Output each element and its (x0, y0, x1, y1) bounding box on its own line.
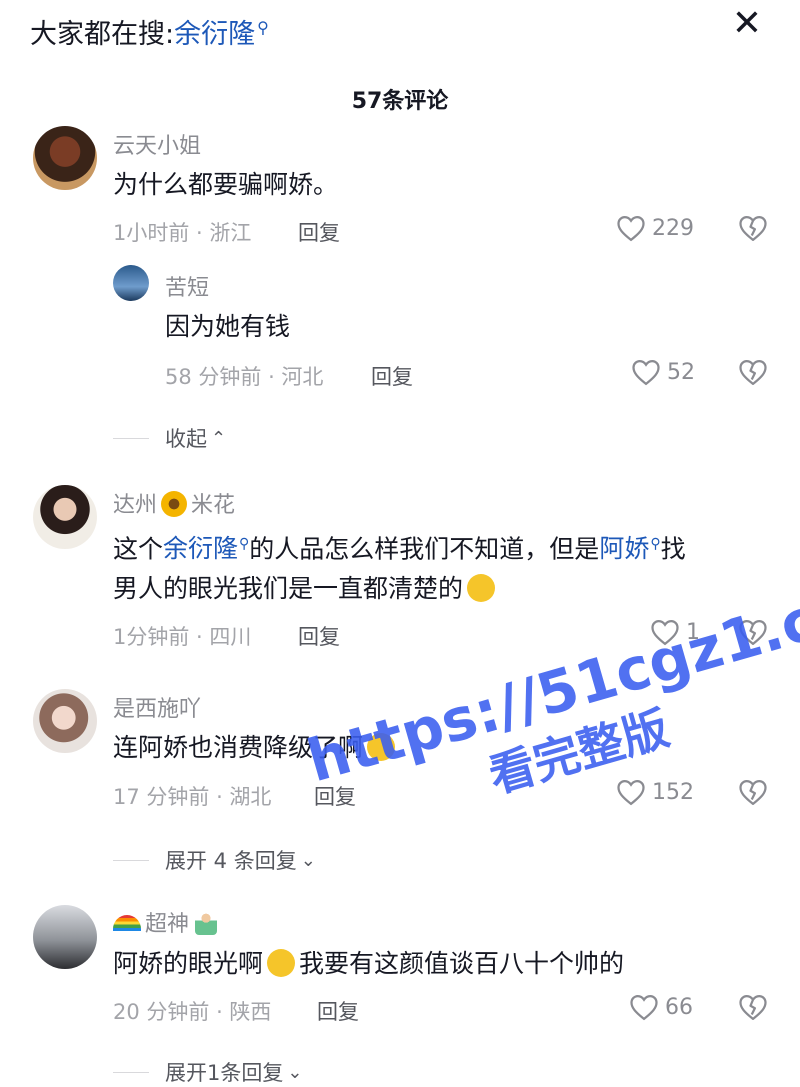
divider (113, 1071, 149, 1073)
divider (113, 437, 149, 439)
comment-username[interactable]: 达州 米花 (113, 487, 235, 519)
avatar[interactable] (33, 905, 97, 969)
reply-button[interactable]: 回复 (317, 996, 359, 1026)
broken-heart-icon (739, 216, 767, 241)
like-count: 66 (665, 994, 693, 1020)
expand-label: 展开 4 条回复 (165, 849, 297, 873)
broken-heart-icon (739, 780, 767, 805)
keyword-link[interactable]: 阿娇⚲ (599, 534, 660, 563)
comment-text: 这个余衍隆⚲的人品怎么样我们不知道，但是阿娇⚲找 (113, 521, 686, 572)
reply-meta: 58 分钟前 · 河北 (165, 365, 324, 389)
text-segment: 的人品怎么样我们不知道，但是 (249, 534, 600, 564)
collapse-replies-button[interactable]: 收起 ⌃ (113, 423, 226, 453)
like-button[interactable]: 52 (631, 358, 695, 386)
like-count: 52 (667, 359, 695, 385)
reply-username[interactable]: 苦短 (165, 270, 209, 302)
like-count: 229 (652, 215, 694, 241)
rainbow-icon (113, 915, 141, 931)
username-part: 达州 (113, 493, 158, 518)
comment-username[interactable]: 云天小姐 (113, 128, 201, 160)
text-segment: 找 (660, 534, 686, 564)
like-button[interactable]: 229 (616, 214, 694, 242)
avatar[interactable] (33, 126, 97, 190)
sunflower-icon (161, 491, 188, 517)
comment-count: 57条评论 (351, 89, 449, 114)
avatar[interactable] (33, 689, 97, 753)
reply-button[interactable]: 回复 (298, 621, 340, 651)
reply-text: 因为她有钱 (165, 312, 291, 341)
heart-icon (632, 359, 660, 386)
crying-laughing-icon (267, 949, 296, 977)
dislike-button[interactable] (738, 778, 768, 810)
avatar[interactable] (33, 485, 97, 549)
trending-search-prefix: 大家都在搜: (30, 19, 175, 50)
search-icon: ⚲ (650, 536, 661, 552)
text-segment: 这个 (113, 534, 164, 564)
expand-replies-button[interactable]: 展开 4 条回复 ⌄ (113, 845, 316, 875)
comment-meta: 17 分钟前 · 湖北 (113, 785, 272, 809)
dislike-button[interactable] (738, 358, 768, 390)
close-icon[interactable]: ✕ (732, 4, 762, 44)
comment-username[interactable]: 超神 (113, 906, 218, 938)
expand-replies-button[interactable]: 展开1条回复 ⌄ (113, 1057, 302, 1087)
search-icon: ⚲ (239, 536, 250, 552)
dislike-button[interactable] (738, 214, 768, 246)
keyword-link[interactable]: 余衍隆⚲ (163, 534, 249, 563)
divider (113, 859, 149, 861)
comment-text: 为什么都要骗啊娇。 (113, 170, 339, 199)
text-segment: 阿娇的眼光啊 (113, 949, 264, 978)
username-part: 米花 (191, 493, 236, 518)
heart-icon (617, 779, 645, 806)
text-segment: 我要有这颜值谈百八十个帅的 (299, 949, 625, 978)
heart-icon (630, 994, 658, 1021)
trending-search-keyword[interactable]: 余衍隆 (174, 19, 255, 50)
avatar[interactable] (113, 265, 149, 301)
link-text: 阿娇 (599, 534, 650, 564)
chevron-up-icon: ⌃ (211, 427, 227, 449)
comment-text-line2: 男人的眼光我们是一直都清楚的 (113, 566, 496, 612)
reply-button[interactable]: 回复 (298, 217, 340, 247)
link-text: 余衍隆 (163, 534, 239, 564)
collapse-label: 收起 (165, 427, 207, 451)
reply-button[interactable]: 回复 (371, 361, 413, 391)
chevron-down-icon: ⌄ (300, 849, 316, 871)
dislike-button[interactable] (738, 993, 768, 1025)
comment-username[interactable]: 是西施吖 (113, 691, 201, 723)
fairy-icon (195, 911, 218, 935)
like-button[interactable]: 152 (616, 778, 694, 806)
chevron-down-icon: ⌄ (287, 1061, 303, 1083)
thinking-face-icon (467, 574, 496, 602)
like-count: 152 (652, 779, 694, 805)
comment-meta: 20 分钟前 · 陕西 (113, 1000, 272, 1024)
search-icon: ⚲ (257, 18, 269, 37)
text-segment: 男人的眼光我们是一直都清楚的 (113, 574, 464, 603)
trending-search-bar[interactable]: 大家都在搜:余衍隆 ⚲ (30, 12, 269, 51)
comment-meta: 1分钟前 · 四川 (113, 625, 252, 649)
comment-meta: 1小时前 · 浙江 (113, 221, 252, 245)
expand-label: 展开1条回复 (165, 1061, 284, 1085)
broken-heart-icon (739, 995, 767, 1020)
heart-icon (617, 215, 645, 242)
broken-heart-icon (739, 360, 767, 385)
like-button[interactable]: 66 (629, 993, 693, 1021)
username-part: 超神 (145, 912, 190, 937)
comment-text: 阿娇的眼光啊 我要有这颜值谈百八十个帅的 (113, 941, 624, 987)
